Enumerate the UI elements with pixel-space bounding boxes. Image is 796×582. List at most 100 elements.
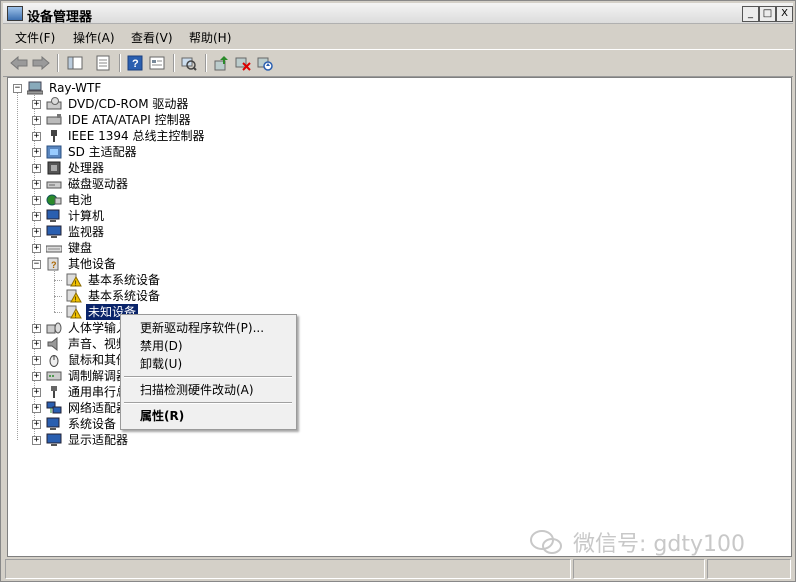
hid-icon: [46, 321, 62, 335]
sound-icon: [46, 337, 62, 351]
menu-help[interactable]: 帮助(H): [189, 29, 231, 46]
expand-toggle[interactable]: +: [32, 324, 41, 333]
maximize-button[interactable]: □: [759, 6, 776, 22]
uninstall-icon[interactable]: [233, 53, 253, 73]
expand-toggle[interactable]: +: [32, 196, 41, 205]
toolbar-separator: [173, 54, 175, 72]
warning-device-icon: !: [66, 273, 82, 287]
status-pane: [573, 559, 705, 579]
warning-device-icon: !: [66, 289, 82, 303]
keyboard-icon: [46, 241, 62, 255]
collapse-toggle[interactable]: −: [32, 260, 41, 269]
tree-connector: [54, 264, 55, 312]
network-adapter-icon: [46, 401, 62, 415]
disk-drive-icon: [46, 177, 62, 191]
properties-icon[interactable]: [93, 53, 113, 73]
tree-connector: [54, 312, 62, 313]
help-icon[interactable]: ?: [125, 53, 145, 73]
expand-toggle[interactable]: +: [32, 420, 41, 429]
expand-toggle[interactable]: +: [32, 148, 41, 157]
tree-node-label: 基本系统设备: [88, 289, 161, 303]
tree-node-label: 显示适配器: [68, 433, 129, 447]
tree-node-label: 网络适配器: [68, 401, 129, 415]
scan-hardware-icon[interactable]: [179, 53, 199, 73]
title-bar: 设备管理器 _ □ X: [3, 3, 793, 25]
ieee1394-icon: [46, 129, 62, 143]
tree-node-label: 磁盘驱动器: [68, 177, 129, 191]
system-devices-icon: [46, 417, 62, 431]
back-arrow-icon[interactable]: [9, 53, 29, 73]
tree-node-label: 系统设备: [68, 417, 117, 431]
tree-node-label: DVD/CD-ROM 驱动器: [68, 97, 189, 111]
tree-node-label: 监视器: [68, 225, 105, 239]
dvd-drive-icon: [46, 97, 62, 111]
ctx-update-driver[interactable]: 更新驱动程序软件(P)...: [140, 319, 264, 337]
usb-icon: [46, 385, 62, 399]
ctx-uninstall[interactable]: 卸载(U): [140, 355, 182, 373]
expand-toggle[interactable]: +: [32, 100, 41, 109]
tree-node-label: 电池: [68, 193, 93, 207]
expand-toggle[interactable]: +: [32, 244, 41, 253]
expand-toggle[interactable]: +: [32, 180, 41, 189]
update-driver-icon[interactable]: [211, 53, 231, 73]
console-tree-icon[interactable]: [65, 53, 85, 73]
device-manager-window: 设备管理器 _ □ X 文件(F) 操作(A) 查看(V) 帮助(H) ? − …: [0, 0, 796, 582]
forward-arrow-icon[interactable]: [31, 53, 51, 73]
expand-toggle[interactable]: +: [32, 116, 41, 125]
wechat-icon: [530, 530, 562, 554]
svg-text:?: ?: [132, 58, 139, 70]
disable-icon[interactable]: [255, 53, 275, 73]
expand-toggle[interactable]: +: [32, 404, 41, 413]
tree-node-label: 调制解调器: [68, 369, 129, 383]
watermark: 微信号: gdty100: [529, 526, 779, 557]
expand-toggle[interactable]: +: [32, 132, 41, 141]
watermark-text: 微信号: gdty100: [573, 532, 745, 557]
ctx-scan-hardware[interactable]: 扫描检测硬件改动(A): [140, 381, 254, 399]
context-menu: 更新驱动程序软件(P)... 禁用(D) 卸载(U) 扫描检测硬件改动(A) 属…: [120, 314, 297, 430]
ctx-properties[interactable]: 属性(R): [140, 407, 184, 425]
svg-text:!: !: [75, 281, 77, 288]
expand-toggle[interactable]: +: [32, 164, 41, 173]
tree-root-label: Ray-WTF: [49, 81, 102, 95]
close-button[interactable]: X: [776, 6, 793, 22]
monitor-icon: [46, 225, 62, 239]
view-icon[interactable]: [147, 53, 167, 73]
menu-file[interactable]: 文件(F): [15, 29, 55, 46]
expand-toggle[interactable]: +: [32, 340, 41, 349]
status-pane: [5, 559, 571, 579]
expand-toggle[interactable]: +: [32, 228, 41, 237]
computer-icon: [46, 209, 62, 223]
tree-connector: [54, 296, 62, 297]
svg-text:?: ?: [51, 260, 57, 270]
tree-node-label: 处理器: [68, 161, 105, 175]
toolbar-separator: [119, 54, 121, 72]
svg-text:!: !: [75, 313, 77, 320]
battery-icon: [46, 193, 62, 207]
expand-toggle[interactable]: +: [32, 356, 41, 365]
status-pane: [707, 559, 791, 579]
ide-controller-icon: [46, 113, 62, 127]
modem-icon: [46, 369, 62, 383]
device-manager-app-icon: [7, 6, 23, 21]
toolbar: ?: [3, 49, 793, 77]
tree-node-label: 其他设备: [68, 257, 117, 271]
minimize-button[interactable]: _: [742, 6, 759, 22]
menu-action[interactable]: 操作(A): [73, 29, 115, 46]
collapse-toggle[interactable]: −: [13, 84, 22, 93]
ctx-disable[interactable]: 禁用(D): [140, 337, 183, 355]
tree-connector: [17, 92, 18, 440]
menu-bar: 文件(F) 操作(A) 查看(V) 帮助(H): [3, 25, 793, 47]
tree-node-label: 计算机: [68, 209, 105, 223]
warning-device-icon: !: [66, 305, 82, 319]
expand-toggle[interactable]: +: [32, 436, 41, 445]
other-devices-icon: ?: [46, 257, 62, 271]
tree-node-label: 键盘: [68, 241, 93, 255]
display-adapter-icon: [46, 433, 62, 447]
tree-node-label: IDE ATA/ATAPI 控制器: [68, 113, 191, 127]
processor-icon: [46, 161, 62, 175]
expand-toggle[interactable]: +: [32, 212, 41, 221]
ctx-separator: [124, 376, 292, 378]
expand-toggle[interactable]: +: [32, 388, 41, 397]
menu-view[interactable]: 查看(V): [131, 29, 173, 46]
expand-toggle[interactable]: +: [32, 372, 41, 381]
